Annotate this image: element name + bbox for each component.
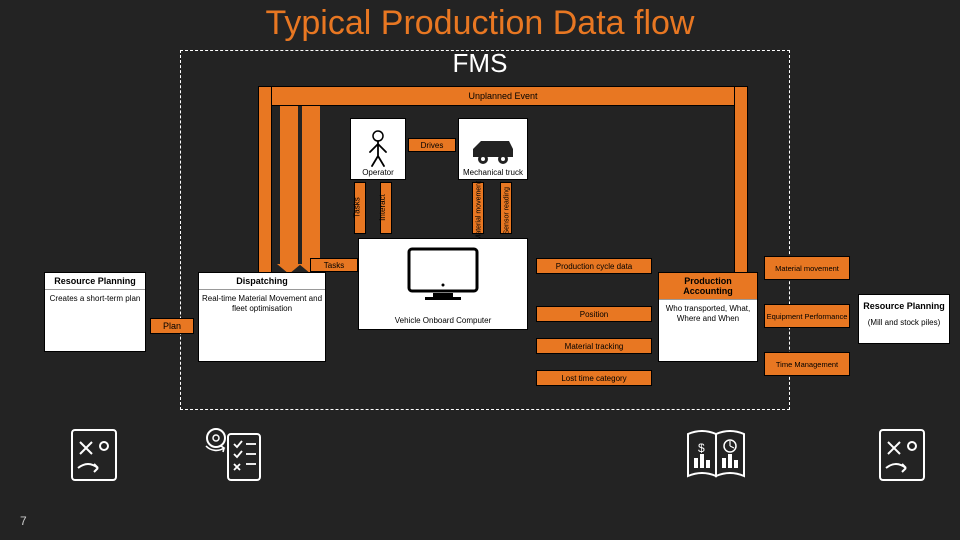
unplanned-event-label: Unplanned Event bbox=[468, 91, 537, 101]
resource-planning-right-title: Resource Planning bbox=[859, 295, 949, 314]
equipment-performance-label: Equipment Performance bbox=[767, 312, 848, 321]
production-accounting-title: Production Accounting bbox=[659, 273, 757, 300]
arrow-down-2 bbox=[302, 106, 320, 264]
tasks-arrow-label: Tasks bbox=[324, 261, 344, 270]
tasks-vlabel: Tasks bbox=[353, 197, 362, 217]
resource-planning-left-title: Resource Planning bbox=[45, 273, 145, 290]
drives-label: Drives bbox=[421, 141, 444, 150]
truck-box: Mechanical truck bbox=[458, 118, 528, 180]
checklist-gear-icon bbox=[200, 418, 270, 488]
material-tracking-bar: Material tracking bbox=[536, 338, 652, 354]
operator-label: Operator bbox=[362, 168, 394, 177]
production-accounting-desc: Who transported, What, Where and When bbox=[659, 300, 757, 327]
production-accounting-box: Production Accounting Who transported, W… bbox=[658, 272, 758, 362]
person-icon bbox=[365, 130, 391, 168]
material-tracking-label: Material tracking bbox=[565, 342, 624, 351]
dispatching-title: Dispatching bbox=[199, 273, 325, 290]
clipboard-strategy-icon-2 bbox=[872, 424, 932, 484]
voc-box: Vehicle Onboard Computer bbox=[358, 238, 528, 330]
slide: Typical Production Data flow FMS 7 Unpla… bbox=[0, 0, 960, 540]
tasks-vbar: Tasks bbox=[354, 182, 366, 234]
drives-bar: Drives bbox=[408, 138, 456, 152]
tasks-arrow: Tasks bbox=[310, 258, 358, 272]
unplanned-left-leg bbox=[258, 86, 272, 276]
svg-text:$: $ bbox=[698, 441, 705, 455]
clipboard-strategy-icon bbox=[64, 424, 124, 484]
resource-planning-left-box: Resource Planning Creates a short-term p… bbox=[44, 272, 146, 352]
lost-time-label: Lost time category bbox=[561, 374, 626, 383]
plan-label: Plan bbox=[163, 321, 181, 331]
page-number: 7 bbox=[20, 514, 27, 528]
material-movement-label: Material movement bbox=[775, 264, 839, 273]
sensor-vlabel: Sensor reading bbox=[504, 179, 511, 235]
time-management-label: Time Management bbox=[776, 360, 838, 369]
production-cycle-label: Production cycle data bbox=[556, 262, 633, 271]
material-vbar: Material movement bbox=[472, 182, 484, 234]
position-bar: Position bbox=[536, 306, 652, 322]
truck-icon bbox=[469, 135, 517, 169]
sensor-vbar: Sensor reading bbox=[500, 182, 512, 234]
unplanned-right-leg bbox=[734, 86, 748, 276]
equipment-performance-bar: Equipment Performance bbox=[764, 304, 850, 328]
interact-vbar: Interact bbox=[380, 182, 392, 234]
material-movement-bar: Material movement bbox=[764, 256, 850, 280]
position-label: Position bbox=[580, 310, 608, 319]
resource-planning-right-box: Resource Planning (Mill and stock piles) bbox=[858, 294, 950, 344]
time-management-bar: Time Management bbox=[764, 352, 850, 376]
dispatching-box: Dispatching Real-time Material Movement … bbox=[198, 272, 326, 362]
monitor-icon bbox=[403, 245, 483, 303]
production-cycle-bar: Production cycle data bbox=[536, 258, 652, 274]
voc-label: Vehicle Onboard Computer bbox=[395, 316, 492, 325]
arrow-down-1 bbox=[280, 106, 298, 264]
truck-label: Mechanical truck bbox=[463, 169, 523, 177]
resource-planning-left-desc: Creates a short-term plan bbox=[45, 290, 145, 308]
page-title: Typical Production Data flow bbox=[0, 4, 960, 43]
operator-box: Operator bbox=[350, 118, 406, 180]
material-vlabel: Material movement bbox=[476, 173, 483, 241]
plan-arrow: Plan bbox=[150, 318, 194, 334]
dispatching-desc: Real-time Material Movement and fleet op… bbox=[199, 290, 325, 317]
interact-vlabel: Interact bbox=[378, 194, 387, 221]
unplanned-event-bar: Unplanned Event bbox=[258, 86, 748, 106]
finance-book-icon: $ bbox=[682, 424, 752, 484]
lost-time-bar: Lost time category bbox=[536, 370, 652, 386]
resource-planning-right-desc: (Mill and stock piles) bbox=[859, 314, 949, 332]
